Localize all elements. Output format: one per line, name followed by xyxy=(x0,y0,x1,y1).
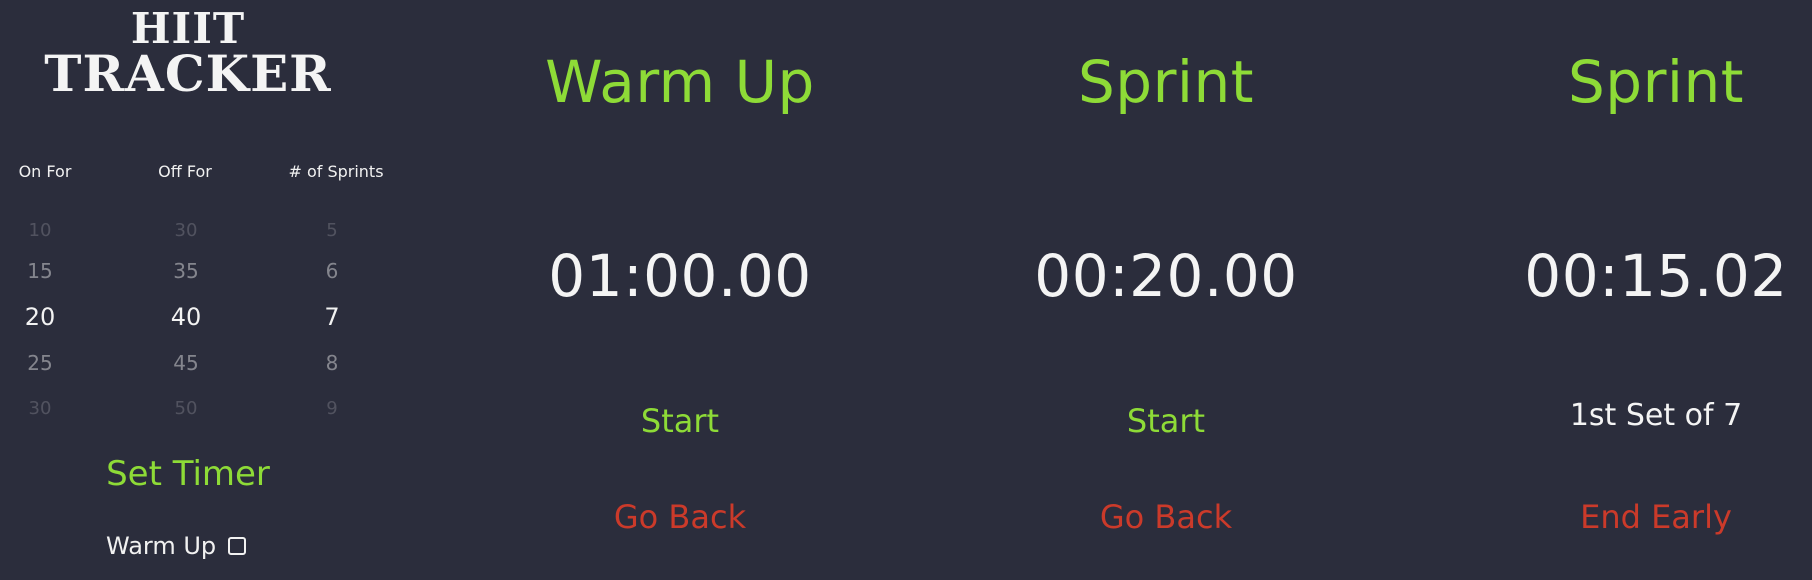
logo-title-line-2: TRACKER xyxy=(44,44,332,104)
go-back-button[interactable]: Go Back xyxy=(1006,498,1326,536)
picker-value: 30 xyxy=(174,220,198,241)
logo-title-line-1: HIIT xyxy=(130,4,246,53)
sprints-picker[interactable]: 5 6 7 8 9 xyxy=(292,214,372,432)
go-back-button[interactable]: Go Back xyxy=(520,498,840,536)
timer-display: 00:20.00 xyxy=(1034,242,1298,310)
end-early-button[interactable]: End Early xyxy=(1500,498,1812,536)
screen-title: Warm Up xyxy=(545,48,815,116)
warmup-toggle[interactable]: Warm Up xyxy=(106,532,247,560)
checkbox-icon[interactable] xyxy=(228,537,247,555)
sprint-ready-screen: Sprint 00:20.00 Start Go Back xyxy=(1006,0,1326,580)
picker-selected-value: 7 xyxy=(324,303,340,331)
sprint-active-screen: Sprint 00:15.02 1st Set of 7 End Early xyxy=(1500,0,1812,580)
app-logo: HIIT TRACKER xyxy=(28,4,348,104)
picker-value: 6 xyxy=(325,259,339,283)
off-for-picker[interactable]: 30 35 40 45 50 xyxy=(146,214,226,432)
screen-title: Sprint xyxy=(1077,48,1255,116)
timer-display: 00:15.02 xyxy=(1524,242,1788,310)
picker-selected-value: 20 xyxy=(24,303,56,331)
off-for-label: Off For xyxy=(158,162,212,181)
warmup-screen: Warm Up 01:00.00 Start Go Back xyxy=(520,0,840,580)
picker-value: 50 xyxy=(174,398,198,419)
sprints-label: # of Sprints xyxy=(288,162,384,181)
picker-value: 9 xyxy=(326,398,338,419)
picker-value: 8 xyxy=(325,351,339,375)
picker-value: 15 xyxy=(27,259,53,283)
setup-screen: HIIT TRACKER On For Off For # of Sprints… xyxy=(0,0,400,580)
timer-display: 01:00.00 xyxy=(548,242,812,310)
warmup-label: Warm Up xyxy=(106,532,217,560)
picker-value: 25 xyxy=(27,351,53,375)
set-timer-button[interactable]: Set Timer xyxy=(98,454,278,494)
picker-value: 10 xyxy=(28,220,52,241)
picker-value: 45 xyxy=(173,351,199,375)
picker-value: 5 xyxy=(326,220,338,241)
set-progress-label: 1st Set of 7 xyxy=(1569,398,1743,433)
on-for-picker[interactable]: 10 15 20 25 30 xyxy=(0,214,80,432)
on-for-label: On For xyxy=(18,162,72,181)
picker-value: 30 xyxy=(28,398,52,419)
start-button[interactable]: Start xyxy=(520,402,840,440)
picker-value: 35 xyxy=(173,259,199,283)
start-button[interactable]: Start xyxy=(1006,402,1326,440)
picker-selected-value: 40 xyxy=(170,303,202,331)
screen-title: Sprint xyxy=(1567,48,1745,116)
